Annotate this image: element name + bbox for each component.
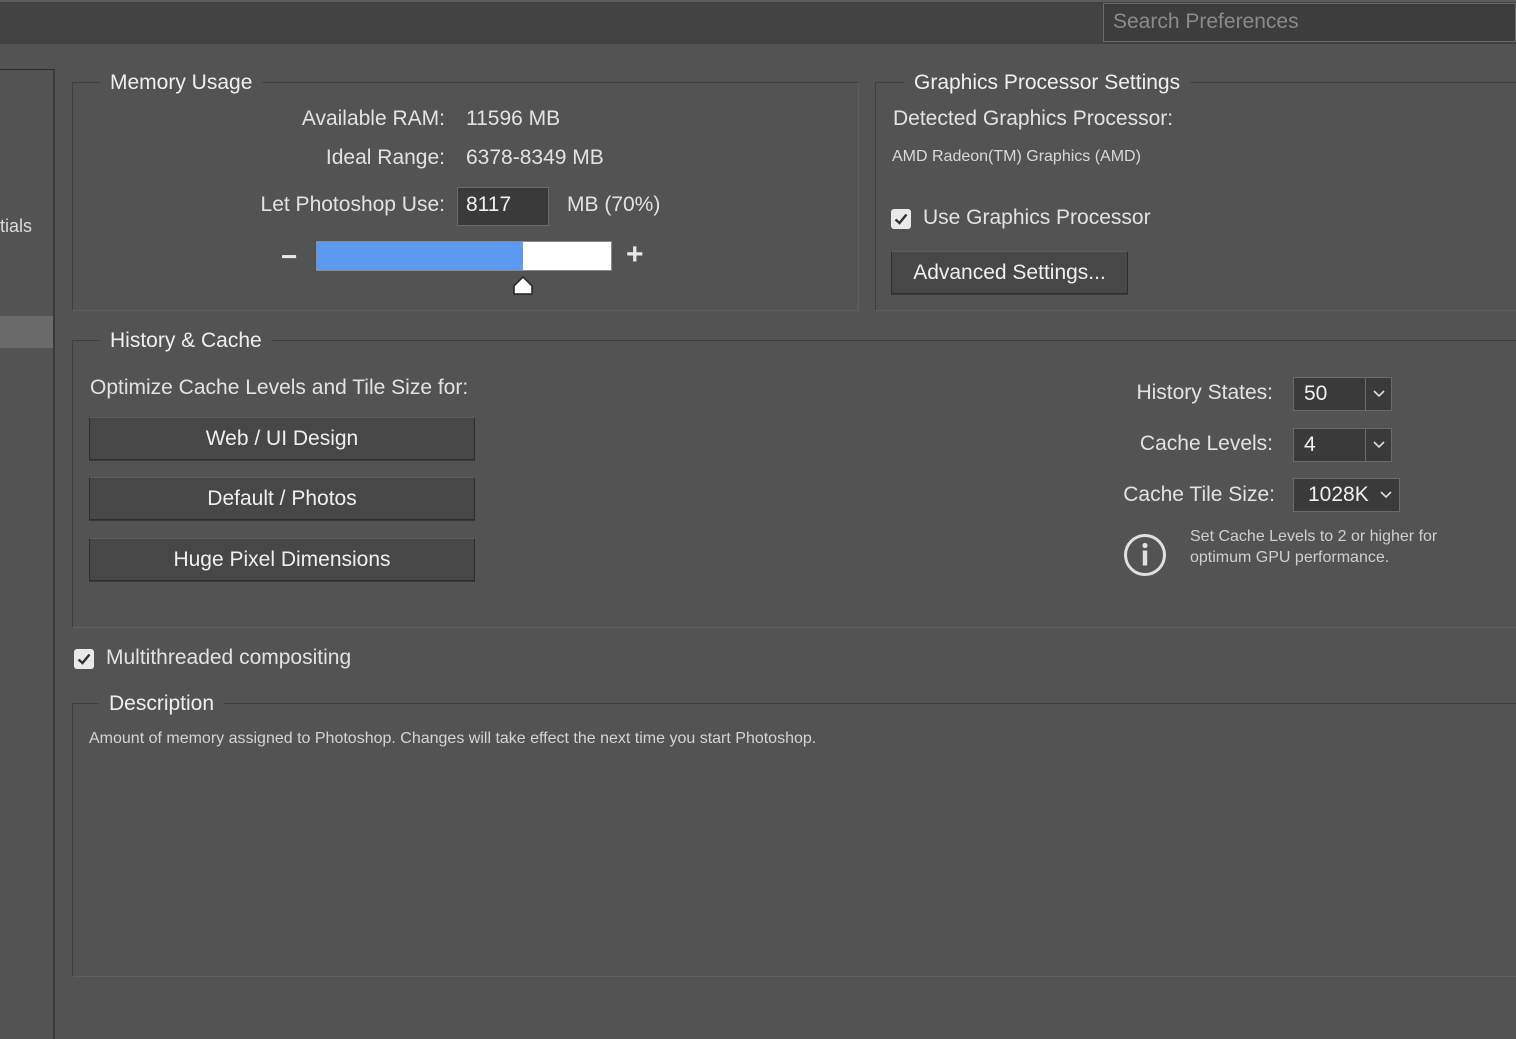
memory-slider-handle[interactable]	[512, 276, 534, 296]
cache-levels-label: Cache Levels:	[1139, 432, 1273, 455]
description-legend: Description	[99, 691, 225, 717]
use-gpu-checkbox[interactable]	[891, 209, 911, 229]
detected-gpu-label: Detected Graphics Processor:	[893, 107, 1174, 130]
use-gpu-label[interactable]: Use Graphics Processor	[923, 206, 1151, 230]
memory-use-suffix: MB (70%)	[567, 193, 661, 216]
huge-pixel-dimensions-button[interactable]: Huge Pixel Dimensions	[89, 538, 475, 581]
preferences-sidebar	[0, 69, 55, 1039]
web-ui-design-button[interactable]: Web / UI Design	[89, 417, 475, 460]
history-states-label: History States:	[1136, 381, 1273, 404]
cache-tile-size-label: Cache Tile Size:	[1123, 483, 1275, 506]
available-ram-label: Available RAM:	[301, 107, 445, 130]
checkmark-icon	[894, 213, 908, 225]
available-ram-value: 11596 MB	[466, 107, 561, 130]
chevron-down-icon	[1373, 479, 1399, 511]
gpu-settings-legend: Graphics Processor Settings	[904, 70, 1191, 96]
memory-increase-button[interactable]: +	[626, 238, 644, 272]
ideal-range-value: 6378-8349 MB	[466, 146, 604, 169]
search-preferences-input[interactable]: Search Preferences	[1103, 3, 1516, 42]
memory-use-input[interactable]: 8117	[457, 187, 549, 226]
multithreaded-compositing-checkbox[interactable]	[74, 649, 94, 669]
chevron-down-icon	[1365, 378, 1391, 410]
sidebar-item-label[interactable]: tials	[0, 216, 32, 237]
cache-levels-value: 4	[1304, 433, 1316, 456]
description-text: Amount of memory assigned to Photoshop. …	[89, 730, 817, 747]
chevron-down-icon	[1365, 429, 1391, 461]
optimize-cache-label: Optimize Cache Levels and Tile Size for:	[90, 376, 469, 399]
cache-info-line-1: Set Cache Levels to 2 or higher for	[1190, 528, 1438, 545]
sidebar-item-performance[interactable]	[0, 316, 53, 348]
detected-gpu-value: AMD Radeon(TM) Graphics (AMD)	[892, 148, 1141, 165]
cache-tile-size-select[interactable]: 1028K	[1293, 478, 1400, 512]
cache-tile-size-value: 1028K	[1308, 483, 1369, 506]
history-states-select[interactable]: 50	[1293, 377, 1392, 411]
let-photoshop-use-label: Let Photoshop Use:	[260, 193, 445, 216]
cache-levels-select[interactable]: 4	[1293, 428, 1392, 462]
history-cache-legend: History & Cache	[100, 328, 272, 354]
ideal-range-label: Ideal Range:	[325, 146, 445, 169]
history-states-value: 50	[1304, 382, 1328, 405]
memory-usage-legend: Memory Usage	[100, 70, 263, 96]
advanced-settings-button[interactable]: Advanced Settings...	[891, 251, 1128, 294]
memory-decrease-button[interactable]: −	[281, 241, 297, 273]
cache-info-line-2: optimum GPU performance.	[1190, 549, 1390, 566]
multithreaded-compositing-label[interactable]: Multithreaded compositing	[106, 646, 351, 670]
info-icon	[1124, 534, 1166, 576]
checkmark-icon	[77, 653, 91, 665]
memory-slider-track[interactable]	[316, 241, 612, 271]
memory-slider-fill	[317, 242, 523, 270]
default-photos-button[interactable]: Default / Photos	[89, 477, 475, 520]
